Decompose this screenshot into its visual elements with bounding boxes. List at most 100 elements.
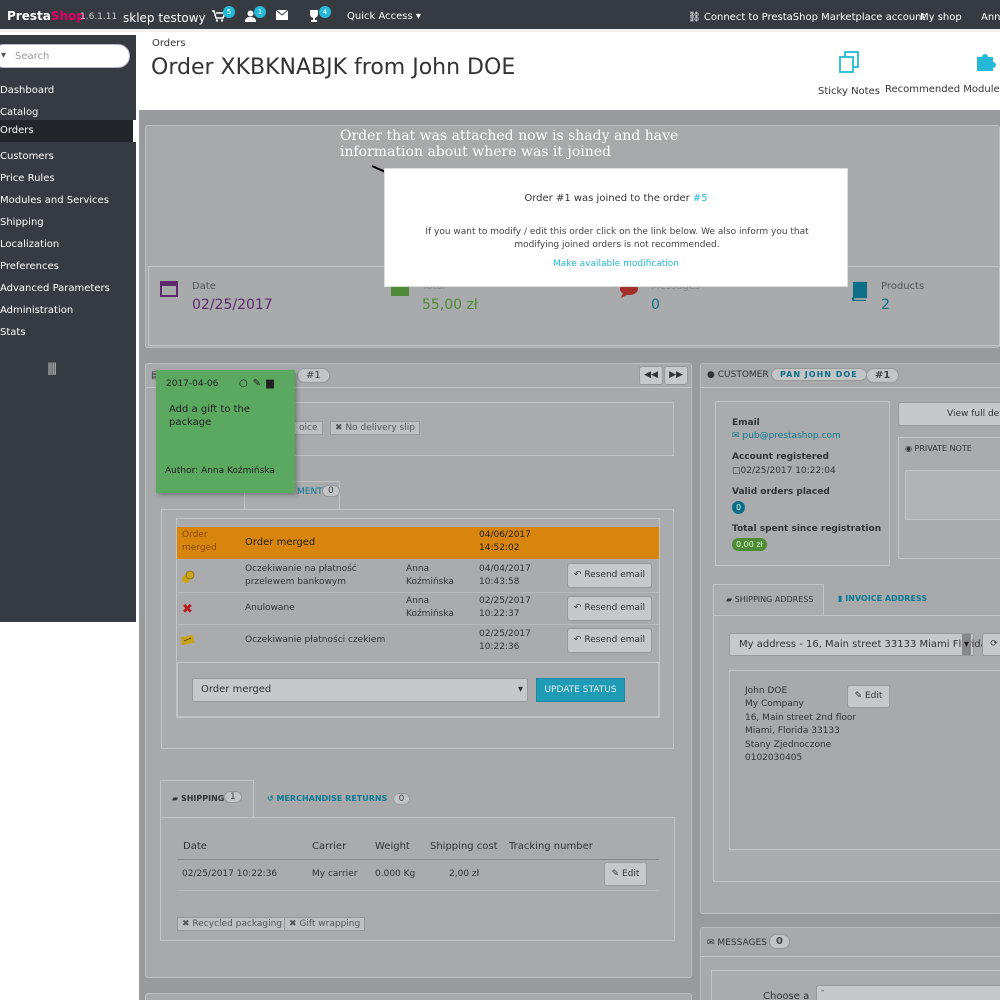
status-select[interactable]: Order merged ▾ bbox=[192, 678, 528, 702]
update-status-button[interactable]: UPDATE STATUS bbox=[536, 678, 625, 702]
cross-icon: ✖ bbox=[182, 602, 193, 617]
note-date: 2017-04-06 bbox=[166, 379, 219, 389]
column-header-carrier: Carrier bbox=[312, 841, 347, 852]
refresh-icon: ⟳ bbox=[990, 639, 998, 649]
calendar-icon bbox=[160, 279, 178, 302]
total-value: 55,00 zł bbox=[422, 297, 478, 313]
forward-icon: ▶▶ bbox=[669, 370, 683, 380]
sidebar-item-dashboard[interactable]: Dashboard bbox=[0, 80, 136, 102]
file-icon: ▮ bbox=[838, 594, 843, 603]
next-panel bbox=[145, 993, 692, 1000]
breadcrumb[interactable]: Orders bbox=[152, 38, 186, 49]
merged-order-link[interactable]: #5 bbox=[693, 193, 708, 204]
customer-panel-title: ● CUSTOMER bbox=[707, 370, 769, 380]
search-input[interactable]: ▾ Search bbox=[0, 44, 130, 68]
view-full-details-button[interactable]: View full det bbox=[898, 402, 1000, 426]
time-cell: 10:22:36 bbox=[479, 642, 520, 652]
recycled-packaging-tag: ✖ Recycled packaging bbox=[177, 917, 288, 931]
logo[interactable]: PrestaShop bbox=[7, 9, 85, 23]
previous-order-button[interactable]: ◀◀ bbox=[639, 366, 663, 385]
account-registered-value: ▢02/25/2017 10:22:04 bbox=[732, 466, 836, 476]
address-country: Stany Zjednoczone bbox=[745, 740, 832, 750]
messages-count-badge: 0 bbox=[769, 934, 790, 949]
tab-shipping[interactable]: ▰ SHIPPING 1 bbox=[160, 780, 254, 818]
sidebar-item-localization[interactable]: Localization bbox=[0, 234, 136, 256]
sidebar: ▾ Search Dashboard Catalog Orders Custom… bbox=[0, 35, 136, 622]
customers-badge: 1 bbox=[254, 6, 266, 18]
sticky-notes-button[interactable]: Sticky Notes bbox=[818, 50, 880, 97]
tab-merchandise-returns[interactable]: ↺ MERCHANDISE RETURNS 0 bbox=[267, 793, 411, 805]
time-cell: 10:22:37 bbox=[479, 609, 520, 619]
marketplace-link[interactable]: ⛓ Connect to PrestaShop Marketplace acco… bbox=[688, 12, 925, 23]
sidebar-item-customers[interactable]: Customers bbox=[0, 146, 136, 168]
sidebar-item-advanced-parameters[interactable]: Advanced Parameters bbox=[0, 278, 136, 300]
my-shop-link[interactable]: My shop bbox=[920, 12, 962, 23]
merge-info-modal: Order #1 was joined to the order #5 If y… bbox=[384, 168, 848, 287]
divider bbox=[177, 859, 659, 860]
column-header-date: Date bbox=[183, 841, 207, 852]
undo-icon: ↺ bbox=[267, 794, 274, 803]
shipping-date-cell: 02/25/2017 10:22:36 bbox=[182, 869, 278, 879]
tab-invoice-address[interactable]: ▮ INVOICE ADDRESS bbox=[838, 594, 927, 603]
note-author: Author: Anna Koźmińska bbox=[165, 466, 275, 476]
shop-name-link[interactable]: sklep testowy bbox=[123, 11, 206, 25]
user-menu[interactable]: Ann bbox=[981, 12, 1000, 23]
quick-access-dropdown[interactable]: Quick Access ▾ bbox=[347, 11, 421, 22]
pencil-icon[interactable]: ✎ bbox=[253, 378, 266, 389]
chain-icon: ⛓ bbox=[688, 12, 701, 23]
tab-shipping-address[interactable]: ▰ SHIPPING ADDRESS bbox=[713, 584, 824, 616]
date-cell: 02/25/2017 bbox=[479, 596, 531, 606]
customer-name-link[interactable]: PAN JOHN DOE bbox=[771, 368, 867, 381]
address-select[interactable]: My address - 16, Main street 33133 Miami… bbox=[729, 633, 987, 656]
date-cell: 02/25/2017 bbox=[479, 629, 531, 639]
status-cell: Order merged bbox=[182, 530, 217, 553]
account-registered-label: Account registered bbox=[732, 452, 829, 462]
address-company: My Company bbox=[745, 699, 804, 709]
backward-icon: ◀◀ bbox=[644, 370, 658, 380]
invoice-tag: oice bbox=[294, 421, 323, 435]
next-order-button[interactable]: ▶▶ bbox=[664, 366, 688, 385]
sidebar-item-shipping[interactable]: Shipping bbox=[0, 212, 136, 234]
envelope-icon[interactable] bbox=[275, 9, 289, 22]
make-available-modification-link[interactable]: Make available modification bbox=[385, 259, 847, 269]
address-street: 16, Main street 2nd floor bbox=[745, 713, 857, 723]
circle-icon[interactable]: ○ bbox=[239, 378, 253, 389]
trash-icon[interactable]: ▆ bbox=[266, 378, 279, 389]
caret-down-icon: ▾ bbox=[415, 11, 421, 22]
sidebar-item-orders[interactable]: Orders bbox=[0, 120, 136, 142]
private-note-label: ◉ PRIVATE NOTE bbox=[905, 444, 972, 453]
email-link[interactable]: ✉ pub@prestashop.com bbox=[732, 431, 841, 441]
sidebar-item-stats[interactable]: Stats bbox=[0, 322, 136, 344]
divider bbox=[177, 890, 659, 891]
resend-email-button[interactable]: ↶ Resend email bbox=[567, 596, 652, 621]
truck-icon: ▰ bbox=[172, 794, 179, 803]
edit-address-button[interactable]: ✎ Edit bbox=[847, 685, 890, 708]
status-cell: Anulowane bbox=[245, 603, 295, 613]
recommended-modules-button[interactable]: Recommended Modules a bbox=[885, 50, 1000, 95]
collapse-menu-icon[interactable]: |||| bbox=[47, 361, 57, 375]
refresh-button[interactable]: ⟳ bbox=[982, 633, 1000, 656]
total-spent-badge: 0,00 zł bbox=[732, 538, 767, 551]
sidebar-item-modules[interactable]: Modules and Services bbox=[0, 190, 136, 212]
sticky-note[interactable]: 2017-04-06 ○✎▆ Add a gift to the package… bbox=[156, 370, 295, 493]
puzzle-icon bbox=[885, 50, 1000, 78]
resend-email-button[interactable]: ↶ Resend email bbox=[567, 563, 652, 588]
sidebar-item-price-rules[interactable]: Price Rules bbox=[0, 168, 136, 190]
sidebar-item-preferences[interactable]: Preferences bbox=[0, 256, 136, 278]
book-icon bbox=[849, 281, 869, 306]
divider bbox=[177, 624, 659, 625]
message-select[interactable]: - bbox=[816, 985, 1000, 1000]
private-note-textarea[interactable] bbox=[905, 470, 1000, 520]
date-cell: 04/06/2017 bbox=[479, 530, 531, 540]
sidebar-item-administration[interactable]: Administration bbox=[0, 300, 136, 322]
date-cell: 04/04/2017 bbox=[479, 564, 531, 574]
modal-body: If you want to modify / edit this order … bbox=[425, 227, 809, 250]
reply-icon: ↶ bbox=[573, 635, 582, 645]
cost-cell: 2,00 zł bbox=[449, 869, 480, 879]
close-icon: ✖ bbox=[289, 919, 297, 929]
reply-icon: ↶ bbox=[573, 603, 582, 613]
sticky-notes-icon bbox=[818, 50, 880, 80]
products-label: Products bbox=[881, 281, 925, 292]
edit-shipping-button[interactable]: ✎ Edit bbox=[604, 862, 647, 886]
resend-email-button[interactable]: ↶ Resend email bbox=[567, 628, 652, 653]
